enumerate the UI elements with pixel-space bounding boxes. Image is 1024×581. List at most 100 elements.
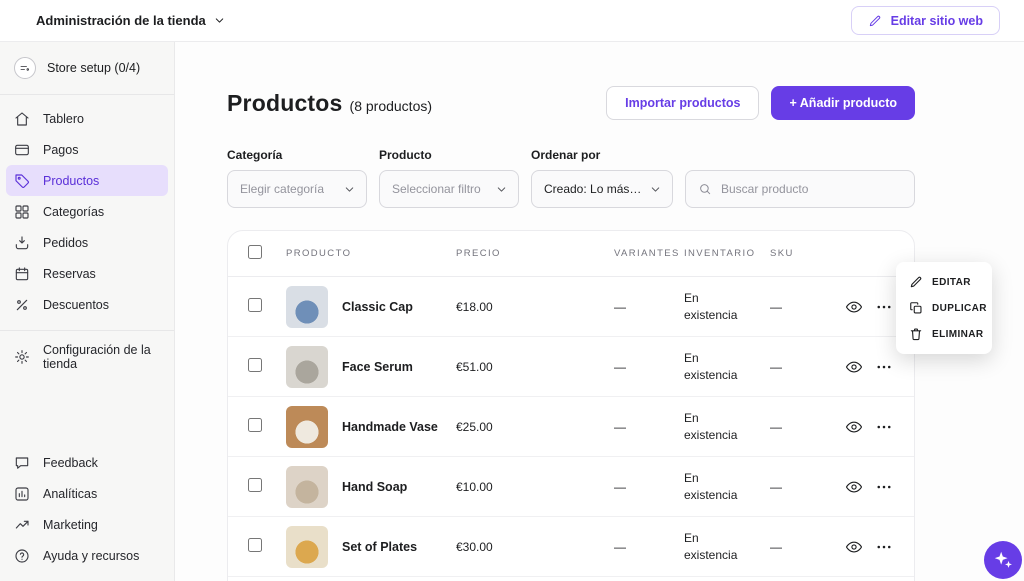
sidebar-item-pedidos[interactable]: Pedidos [6, 227, 168, 258]
product-sku: — [770, 360, 834, 374]
product-variants: — [614, 420, 684, 434]
sidebar-item-feedback[interactable]: Feedback [6, 447, 168, 478]
search-box [685, 170, 915, 208]
product-name: Hand Soap [342, 480, 407, 494]
header-precio: PRECIO [456, 248, 614, 259]
select-all-checkbox[interactable] [248, 245, 262, 259]
product-variants: — [614, 300, 684, 314]
sidebar-item-configuracion[interactable]: Configuración de la tienda [6, 341, 168, 372]
table-row[interactable]: Face Serum €51.00 — En existencia — [228, 337, 914, 397]
product-price: €10.00 [456, 480, 614, 494]
row-checkbox[interactable] [248, 358, 262, 372]
row-more-button[interactable] [874, 298, 894, 316]
home-icon [14, 111, 30, 127]
product-inventory: En existencia [684, 350, 770, 382]
grid-icon [14, 204, 30, 220]
product-image [286, 466, 328, 508]
product-sku: — [770, 540, 834, 554]
product-sku: — [770, 300, 834, 314]
product-price: €18.00 [456, 300, 614, 314]
top-bar: Administración de la tienda Editar sitio… [0, 0, 1024, 42]
sidebar-item-categorias[interactable]: Categorías [6, 196, 168, 227]
help-icon [14, 548, 30, 564]
chevron-down-icon [213, 14, 226, 27]
product-filter-label: Producto [379, 148, 519, 162]
sidebar-item-ayuda[interactable]: Ayuda y recursos [6, 540, 168, 571]
marketing-icon [14, 517, 30, 533]
pencil-icon [909, 275, 923, 289]
table-row[interactable]: Set of Plates €30.00 — En existencia — [228, 517, 914, 577]
table-row[interactable]: Classic Cap €18.00 — En existencia — [228, 277, 914, 337]
sidebar-item-tablero[interactable]: Tablero [6, 103, 168, 134]
menu-item-edit[interactable]: EDITAR [896, 269, 992, 295]
sidebar-item-reservas[interactable]: Reservas [6, 258, 168, 289]
product-name: Classic Cap [342, 300, 413, 314]
product-sku: — [770, 420, 834, 434]
calendar-icon [14, 266, 30, 282]
edit-website-button[interactable]: Editar sitio web [851, 6, 1000, 35]
menu-item-delete[interactable]: ELIMINAR [896, 321, 992, 347]
menu-item-duplicate[interactable]: DUPLICAR [896, 295, 992, 321]
chevron-down-icon [649, 183, 662, 196]
analytics-icon [14, 486, 30, 502]
row-checkbox[interactable] [248, 538, 262, 552]
table-row[interactable]: Handmade Vase €25.00 — En existencia — [228, 397, 914, 457]
row-context-menu: EDITAR DUPLICAR ELIMINAR [896, 262, 992, 354]
table-header-row: PRODUCTO PRECIO VARIANTES INVENTARIO SKU [228, 231, 914, 277]
sidebar-item-descuentos[interactable]: Descuentos [6, 289, 168, 320]
row-checkbox[interactable] [248, 418, 262, 432]
store-admin-menu[interactable]: Administración de la tienda [36, 13, 226, 28]
header-sku: SKU [770, 248, 834, 259]
sidebar-item-productos[interactable]: Productos [6, 165, 168, 196]
product-filter-select[interactable]: Seleccionar filtro [379, 170, 519, 208]
add-product-button[interactable]: + Añadir producto [771, 86, 915, 120]
preview-eye-icon[interactable] [834, 538, 874, 556]
product-inventory: En existencia [684, 530, 770, 562]
search-input[interactable] [721, 182, 902, 196]
header-variantes: VARIANTES [614, 248, 684, 259]
product-price: €30.00 [456, 540, 614, 554]
preview-eye-icon[interactable] [834, 478, 874, 496]
row-more-button[interactable] [874, 478, 894, 496]
import-products-button[interactable]: Importar productos [606, 86, 759, 120]
product-image [286, 286, 328, 328]
product-name: Face Serum [342, 360, 413, 374]
preview-eye-icon[interactable] [834, 358, 874, 376]
product-inventory: En existencia [684, 470, 770, 502]
header-producto: PRODUCTO [286, 248, 456, 259]
orders-icon [14, 235, 30, 251]
row-checkbox[interactable] [248, 298, 262, 312]
row-checkbox[interactable] [248, 478, 262, 492]
table-row[interactable]: Hand Soap €10.00 — En existencia — [228, 457, 914, 517]
row-more-button[interactable] [874, 418, 894, 436]
product-variants: — [614, 480, 684, 494]
sidebar: Store setup (0/4) Tablero Pagos Producto… [0, 42, 175, 581]
preview-eye-icon[interactable] [834, 298, 874, 316]
product-inventory: En existencia [684, 290, 770, 322]
row-more-button[interactable] [874, 538, 894, 556]
product-image [286, 526, 328, 568]
card-icon [14, 142, 30, 158]
copy-icon [909, 301, 923, 315]
row-more-button[interactable] [874, 358, 894, 376]
tag-icon [14, 173, 30, 189]
pencil-icon [868, 14, 882, 28]
sparkle-icon [992, 549, 1014, 571]
ai-assistant-button[interactable] [984, 541, 1022, 579]
sidebar-item-store-setup[interactable]: Store setup (0/4) [6, 52, 168, 84]
product-count: (8 productos) [350, 98, 432, 114]
sidebar-item-pagos[interactable]: Pagos [6, 134, 168, 165]
product-sku: — [770, 480, 834, 494]
sidebar-item-analiticas[interactable]: Analíticas [6, 478, 168, 509]
category-select[interactable]: Elegir categoría [227, 170, 367, 208]
preview-eye-icon[interactable] [834, 418, 874, 436]
feedback-icon [14, 455, 30, 471]
discount-icon [14, 297, 30, 313]
header-inventario: INVENTARIO [684, 248, 770, 259]
products-table: PRODUCTO PRECIO VARIANTES INVENTARIO SKU… [227, 230, 915, 581]
page-title: Productos [227, 90, 343, 117]
chevron-down-icon [343, 183, 356, 196]
product-image [286, 406, 328, 448]
sort-select[interactable]: Creado: Lo más nue... [531, 170, 673, 208]
sidebar-item-marketing[interactable]: Marketing [6, 509, 168, 540]
